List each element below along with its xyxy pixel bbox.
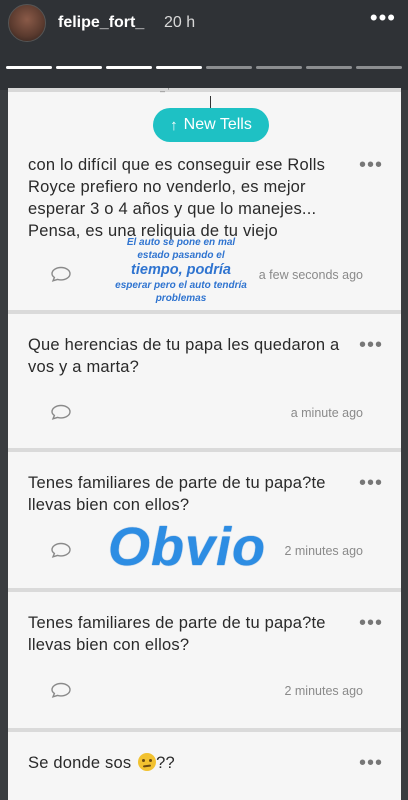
list-item: Que herencias de tu papa les quedaron a … bbox=[8, 334, 401, 434]
timestamp: 2 minutes ago bbox=[284, 684, 363, 698]
progress-segment bbox=[306, 66, 352, 69]
obvio-sticker: Obvio bbox=[108, 517, 267, 577]
timestamp: 2 minutes ago bbox=[284, 544, 363, 558]
username[interactable]: felipe_fort_ bbox=[58, 14, 144, 32]
new-tells-label: New Tells bbox=[183, 116, 252, 133]
timestamp: a minute ago bbox=[290, 406, 363, 420]
tell-text: Se donde sos ?? bbox=[28, 752, 358, 774]
comment-icon[interactable] bbox=[50, 266, 72, 282]
divider bbox=[8, 588, 401, 592]
post-time: 20 h bbox=[164, 14, 196, 31]
story-caption: El auto se pone en mal estado pasando el… bbox=[113, 236, 249, 305]
arrow-up-icon: ↑ bbox=[170, 116, 178, 134]
tell-text-main: Se donde sos bbox=[28, 754, 132, 772]
more-icon[interactable]: ••• bbox=[359, 335, 383, 355]
tell-text-suffix: ?? bbox=[156, 754, 175, 772]
comment-icon[interactable] bbox=[50, 542, 72, 558]
tell-text: Tenes familiares de parte de tu papa?te … bbox=[28, 474, 326, 514]
more-icon[interactable]: ••• bbox=[359, 473, 383, 493]
progress-segment bbox=[56, 66, 102, 69]
progress-segment bbox=[256, 66, 302, 69]
comment-icon[interactable] bbox=[50, 404, 72, 420]
tells-card: – ‘ ↑ New Tells con lo difícil que es co… bbox=[8, 88, 401, 800]
thinking-face-icon bbox=[138, 753, 157, 771]
progress-segment bbox=[106, 66, 152, 69]
tell-text: Que herencias de tu papa les quedaron a … bbox=[28, 336, 340, 376]
more-icon[interactable]: ••• bbox=[359, 753, 383, 773]
cut-off-text: – ‘ bbox=[160, 88, 170, 96]
caption-line: El auto se pone en mal estado pasando el bbox=[126, 237, 236, 261]
more-options-icon[interactable]: ••• bbox=[370, 7, 396, 29]
tell-text: con lo difícil que es conseguir ese Roll… bbox=[28, 156, 326, 240]
story-progress-bar bbox=[6, 66, 402, 69]
timestamp: a few seconds ago bbox=[258, 268, 363, 282]
more-icon[interactable]: ••• bbox=[359, 613, 383, 633]
avatar[interactable] bbox=[8, 4, 46, 42]
caption-line-big: tiempo, podría bbox=[131, 262, 231, 278]
divider bbox=[8, 728, 401, 732]
comment-icon[interactable] bbox=[50, 682, 72, 698]
card-top-divider bbox=[8, 88, 401, 92]
caption-line: esperar pero el auto tendría problemas bbox=[115, 280, 247, 304]
divider bbox=[8, 310, 401, 314]
progress-segment bbox=[6, 66, 52, 69]
progress-segment bbox=[156, 66, 202, 69]
new-tells-button[interactable]: ↑ New Tells bbox=[153, 108, 269, 142]
divider bbox=[8, 448, 401, 452]
list-item: Se donde sos ?? ••• bbox=[8, 752, 401, 792]
progress-segment bbox=[206, 66, 252, 69]
list-item: Tenes familiares de parte de tu papa?te … bbox=[8, 612, 401, 712]
more-icon[interactable]: ••• bbox=[359, 155, 383, 175]
tell-text: Tenes familiares de parte de tu papa?te … bbox=[28, 614, 326, 654]
progress-segment bbox=[356, 66, 402, 69]
